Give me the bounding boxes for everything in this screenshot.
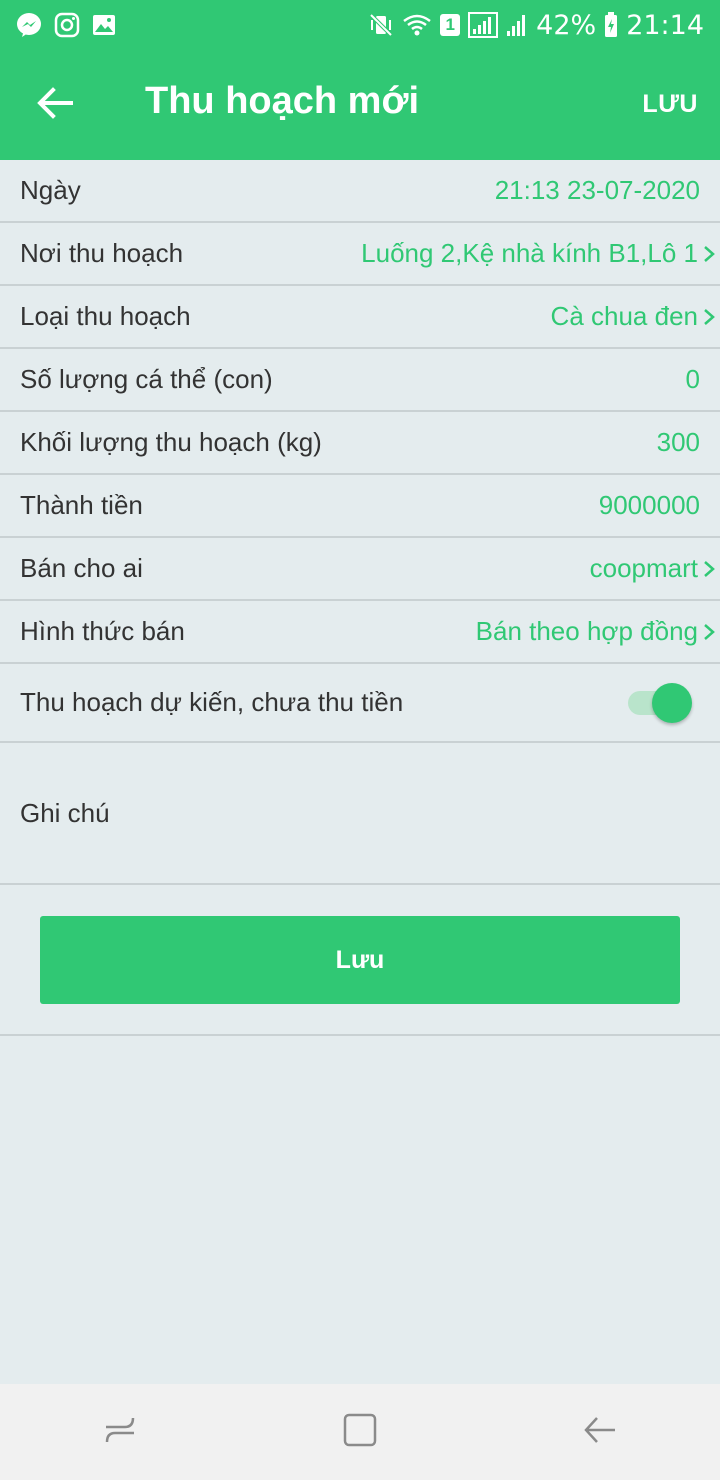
clock: 21:14 <box>626 9 704 41</box>
buyer-value-wrap: coopmart <box>590 553 716 584</box>
status-bar: 1 42% 21:14 <box>0 0 720 50</box>
expected-unpaid-row: Thu hoạch dự kiến, chưa thu tiền <box>0 664 720 743</box>
weight-row[interactable]: Khối lượng thu hoạch (kg) 300 <box>0 412 720 475</box>
save-section: Lưu <box>0 885 720 1036</box>
status-left-icons <box>16 12 116 38</box>
chevron-right-icon <box>702 623 716 641</box>
harvest-type-row[interactable]: Loại thu hoạch Cà chua đen <box>0 286 720 349</box>
date-row[interactable]: Ngày 21:13 23-07-2020 <box>0 160 720 223</box>
battery-charging-icon <box>604 12 618 38</box>
save-action-button[interactable]: LƯU <box>642 90 698 119</box>
page-title: Thu hoạch mới <box>145 80 420 122</box>
weight-value[interactable]: 300 <box>657 427 700 458</box>
status-right-icons: 1 42% 21:14 <box>368 10 704 41</box>
individual-count-row[interactable]: Số lượng cá thể (con) 0 <box>0 349 720 412</box>
individual-count-value[interactable]: 0 <box>686 364 700 395</box>
weight-label: Khối lượng thu hoạch (kg) <box>20 427 322 457</box>
sale-method-label: Hình thức bán <box>20 616 185 646</box>
toggle-knob <box>652 682 692 723</box>
battery-percent: 42% <box>536 9 597 41</box>
expected-unpaid-label: Thu hoạch dự kiến, chưa thu tiền <box>20 687 404 717</box>
vibrate-mute-icon <box>368 12 394 38</box>
back-button[interactable] <box>20 72 90 138</box>
sale-method-value: Bán theo hợp đồng <box>475 616 698 646</box>
save-button[interactable]: Lưu <box>40 916 680 1004</box>
amount-row[interactable]: Thành tiền 9000000 <box>0 475 720 538</box>
system-nav-bar <box>0 1384 720 1480</box>
messenger-icon <box>16 12 42 38</box>
sale-method-value-wrap: Bán theo hợp đồng <box>476 616 716 647</box>
amount-label: Thành tiền <box>20 490 143 520</box>
location-value-wrap: Luống 2,Kệ nhà kính B1,Lô 1 <box>361 238 716 269</box>
date-label: Ngày <box>20 175 81 205</box>
note-field[interactable]: Ghi chú <box>0 743 720 885</box>
location-value: Luống 2,Kệ nhà kính B1,Lô 1 <box>361 238 698 268</box>
location-row[interactable]: Nơi thu hoạch Luống 2,Kệ nhà kính B1,Lô … <box>0 223 720 286</box>
sale-method-row[interactable]: Hình thức bán Bán theo hợp đồng <box>0 601 720 664</box>
home-icon <box>343 1413 377 1452</box>
signal-2-icon <box>506 12 528 38</box>
note-label: Ghi chú <box>20 797 110 828</box>
expected-unpaid-toggle[interactable] <box>628 682 694 723</box>
individual-count-label: Số lượng cá thể (con) <box>20 364 273 394</box>
amount-value[interactable]: 9000000 <box>599 490 700 521</box>
chevron-right-icon <box>702 245 716 263</box>
harvest-form: Ngày 21:13 23-07-2020 Nơi thu hoạch Luốn… <box>0 160 720 1036</box>
app-bar: Thu hoạch mới LƯU <box>0 50 720 160</box>
back-arrow-icon <box>37 86 73 124</box>
gallery-icon <box>92 14 116 36</box>
system-back-button[interactable] <box>560 1402 640 1462</box>
harvest-type-value: Cà chua đen <box>550 301 698 331</box>
buyer-label: Bán cho ai <box>20 553 143 583</box>
location-label: Nơi thu hoạch <box>20 238 184 268</box>
sim-badge: 1 <box>440 14 461 36</box>
buyer-value: coopmart <box>589 553 698 583</box>
chevron-right-icon <box>702 308 716 326</box>
system-back-icon <box>583 1413 617 1452</box>
instagram-icon <box>54 12 80 38</box>
signal-icon <box>468 12 499 38</box>
home-button[interactable] <box>320 1402 400 1462</box>
sim-badge-number: 1 <box>445 15 455 34</box>
harvest-type-value-wrap: Cà chua đen <box>551 301 716 332</box>
wifi-icon <box>402 13 432 37</box>
recents-icon <box>103 1413 137 1452</box>
chevron-right-icon <box>702 560 716 578</box>
date-value: 21:13 23-07-2020 <box>494 175 700 205</box>
harvest-type-label: Loại thu hoạch <box>20 301 191 331</box>
recents-button[interactable] <box>80 1402 160 1462</box>
buyer-row[interactable]: Bán cho ai coopmart <box>0 538 720 601</box>
